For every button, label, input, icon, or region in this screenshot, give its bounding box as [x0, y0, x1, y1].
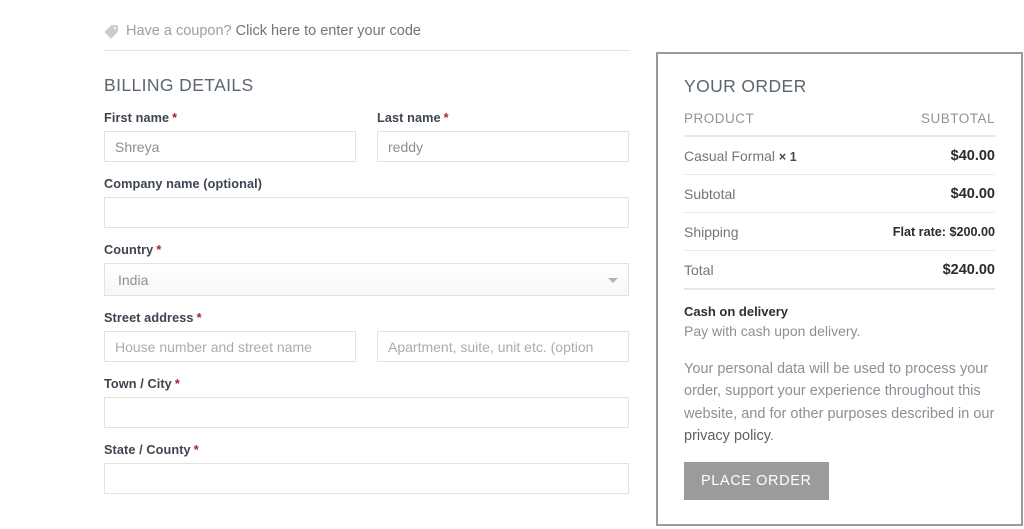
order-item-amount: $40.00 [847, 136, 995, 175]
company-row: Company name (optional) [104, 177, 630, 228]
shipping-value: Flat rate: $200.00 [847, 212, 995, 251]
place-order-button[interactable]: PLACE ORDER [684, 461, 829, 500]
privacy-text-after: . [769, 428, 774, 445]
first-name-field-group: First name * [104, 111, 356, 162]
first-name-label: First name * [104, 111, 356, 125]
state-county-field-group: State / County * [104, 443, 629, 494]
payment-method-description: Pay with cash upon delivery. [684, 323, 861, 339]
country-row: Country * India [104, 243, 630, 296]
order-item-quantity: × 1 [778, 150, 797, 164]
street-address-row: Street address * [104, 311, 630, 362]
company-name-input[interactable] [104, 197, 629, 228]
country-label: Country * [104, 243, 629, 257]
required-marker: * [174, 377, 180, 391]
subtotal-value: $40.00 [847, 174, 995, 213]
payment-method-title: Cash on delivery [684, 304, 789, 319]
order-item-name: Casual Formal [684, 148, 776, 164]
billing-details-heading: BILLING DETAILS [104, 75, 254, 95]
first-name-label-text: First name [104, 111, 170, 125]
table-row: Shipping Flat rate: $200.00 [684, 212, 995, 251]
address-line2-input[interactable] [377, 331, 629, 362]
address-line1-input[interactable] [104, 331, 356, 362]
tag-icon [104, 24, 119, 39]
coupon-link[interactable]: Click here to enter your code [236, 23, 421, 39]
country-label-text: Country [104, 243, 154, 257]
first-name-input[interactable] [104, 131, 356, 162]
state-county-label: State / County * [104, 443, 629, 457]
order-summary-title: YOUR ORDER [684, 76, 807, 96]
coupon-text: Have a coupon? [126, 23, 232, 39]
total-label: Total [684, 250, 848, 290]
state-county-input[interactable] [104, 463, 629, 494]
last-name-field-group: Last name * [377, 111, 629, 162]
table-row: Subtotal $40.00 [684, 174, 995, 213]
country-field-group: Country * India [104, 243, 629, 296]
privacy-text-before: Your personal data will be used to proce… [684, 361, 995, 422]
last-name-label-text: Last name [377, 111, 441, 125]
privacy-notice: Your personal data will be used to proce… [684, 358, 995, 448]
column-header-subtotal: SUBTOTAL [847, 111, 995, 137]
state-county-row: State / County * [104, 443, 630, 494]
required-marker: * [172, 111, 178, 125]
country-select[interactable]: India [104, 263, 629, 296]
name-row: First name* Last name* [104, 111, 630, 162]
last-name-label: Last name * [377, 111, 629, 125]
town-city-row: Town / City * [104, 377, 630, 428]
company-name-label: Company name (optional) [104, 177, 263, 191]
shipping-label: Shipping [684, 212, 848, 251]
order-summary-panel: YOUR ORDER PRODUCT SUBTOTAL Casual Forma… [656, 52, 1023, 526]
last-name-input[interactable] [377, 131, 629, 162]
street-address-label: Street address * [104, 311, 630, 325]
subtotal-label: Subtotal [684, 174, 848, 213]
privacy-policy-link[interactable]: privacy policy [684, 428, 770, 444]
required-marker: * [156, 243, 162, 257]
table-row: Total $240.00 [684, 250, 995, 290]
company-field-group: Company name (optional) [104, 177, 629, 228]
country-selected-value: India [104, 263, 629, 296]
required-marker: * [443, 111, 449, 125]
town-city-label: Town / City * [104, 377, 629, 391]
order-item-cell: Casual Formal × 1 [684, 136, 848, 175]
order-table-header-row: PRODUCT SUBTOTAL [684, 111, 995, 137]
street-address-label-text: Street address [104, 311, 194, 325]
total-value: $240.00 [847, 250, 995, 290]
required-marker: * [193, 443, 199, 457]
checkout-left-column: Have a coupon? Click here to enter your … [104, 0, 630, 494]
address-line2-group [377, 331, 629, 362]
order-summary-table: PRODUCT SUBTOTAL Casual Formal × 1 $40.0… [684, 111, 995, 290]
chevron-down-icon [608, 277, 618, 283]
table-row: Casual Formal × 1 $40.00 [684, 136, 995, 175]
column-header-product: PRODUCT [684, 111, 848, 137]
coupon-notice: Have a coupon? Click here to enter your … [104, 0, 630, 51]
town-city-label-text: Town / City [104, 377, 172, 391]
address-line1-group [104, 331, 356, 362]
town-city-input[interactable] [104, 397, 629, 428]
required-marker: * [196, 311, 202, 325]
town-city-field-group: Town / City * [104, 377, 629, 428]
state-county-label-text: State / County [104, 443, 191, 457]
